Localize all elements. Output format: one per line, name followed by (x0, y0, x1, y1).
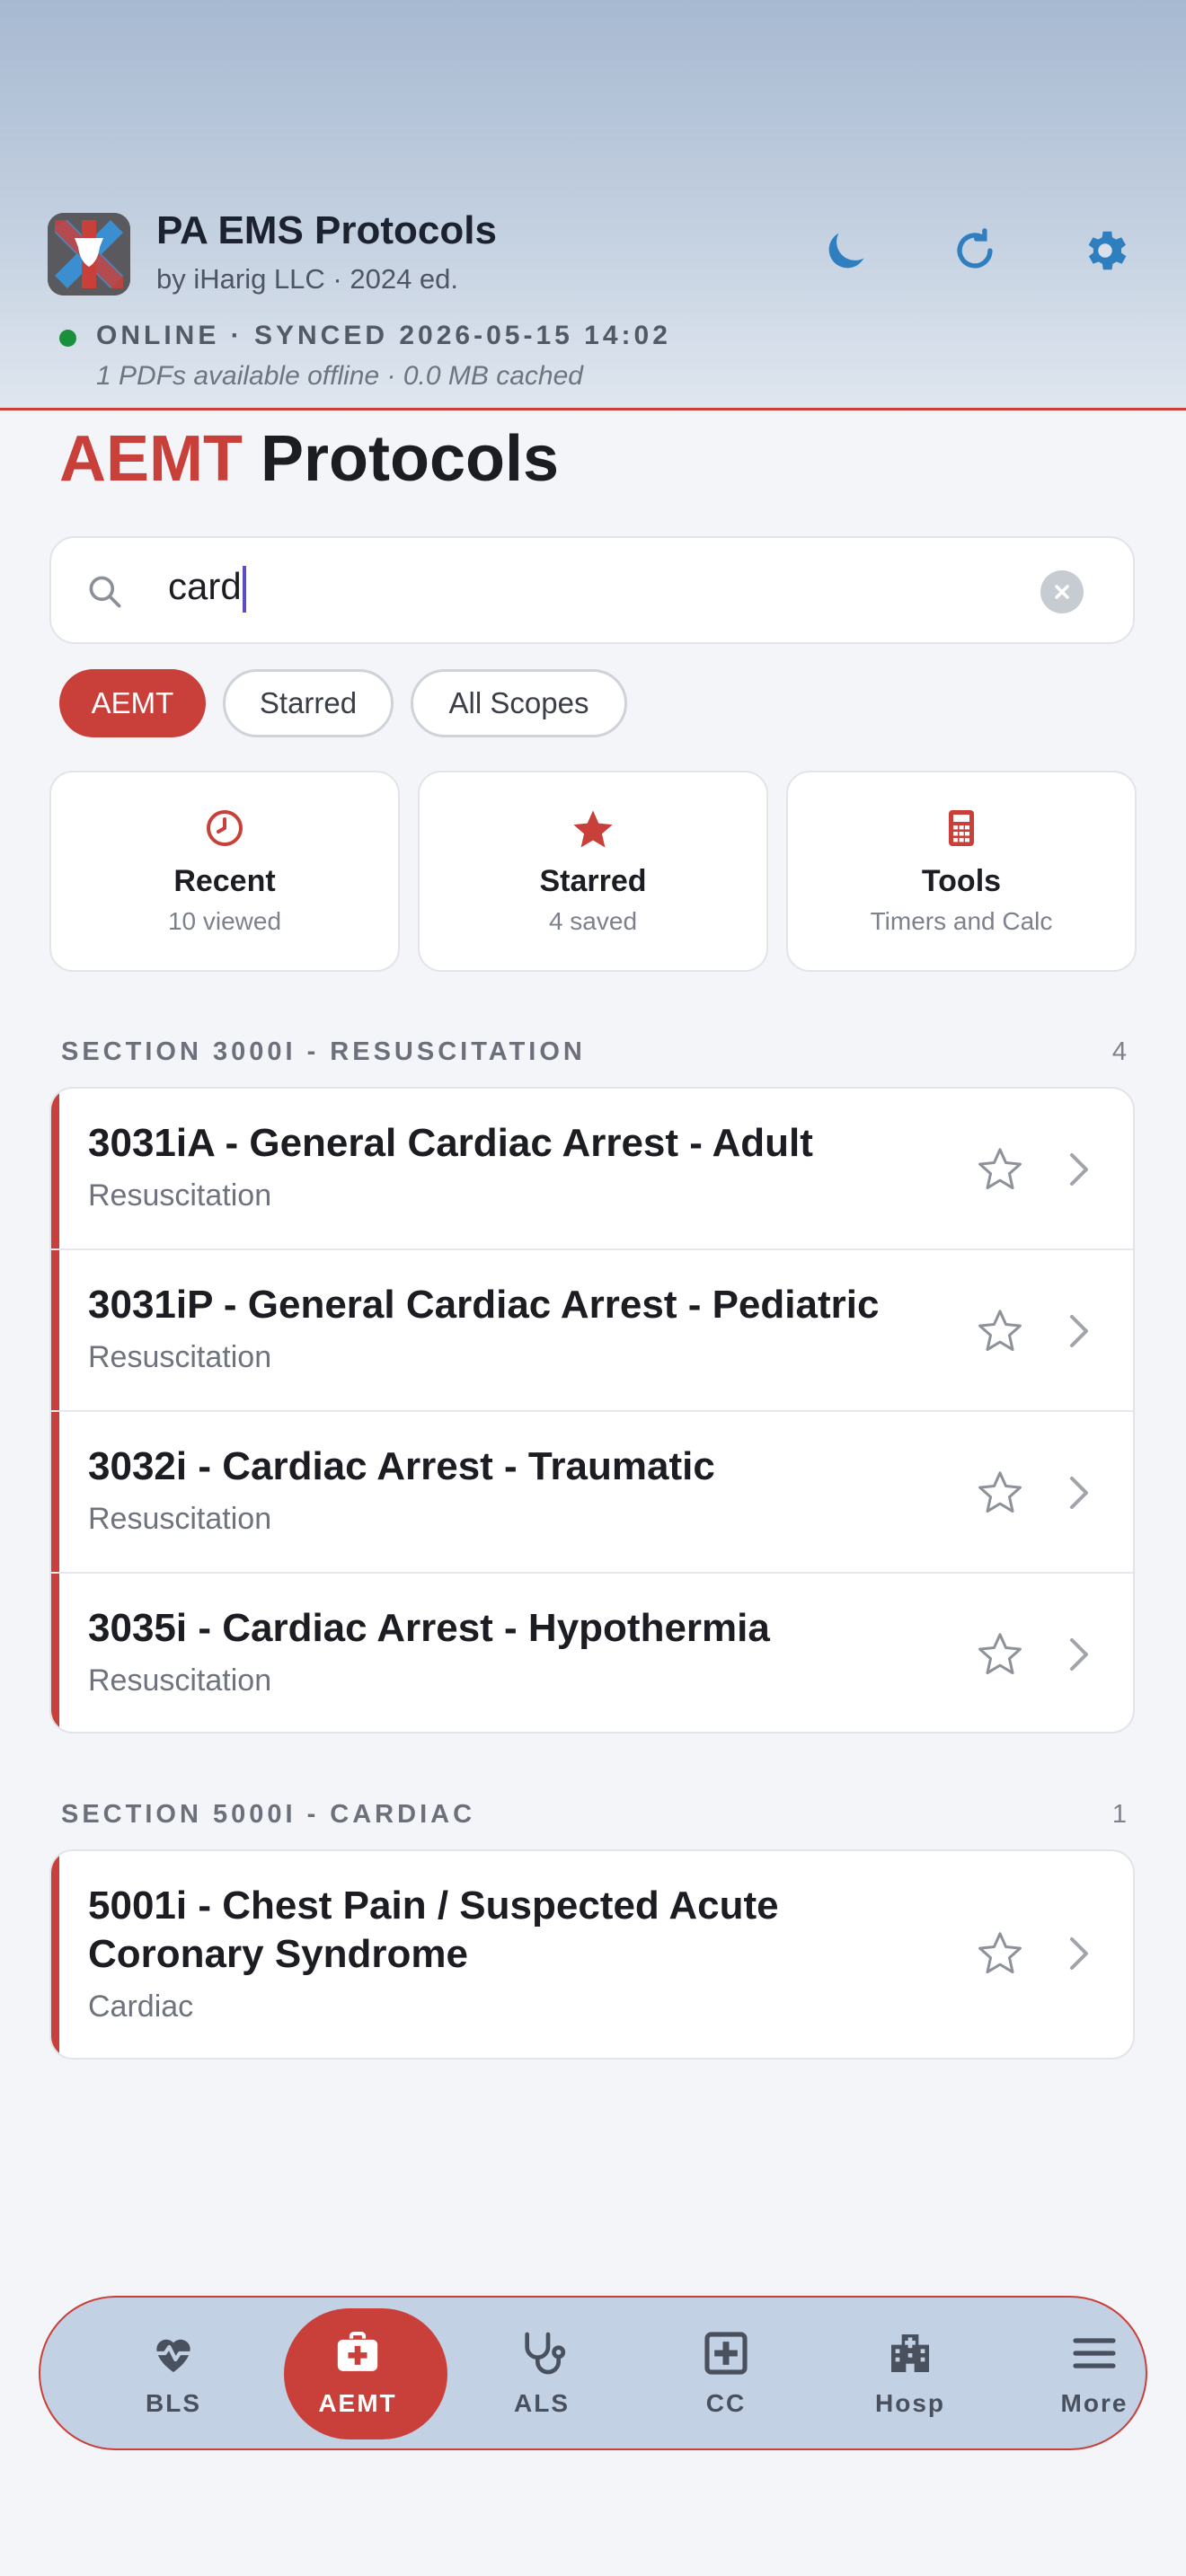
protocol-category: Resuscitation (88, 1178, 272, 1213)
medical-cross-icon (704, 2332, 748, 2375)
star-outline-icon[interactable] (975, 1144, 1025, 1195)
protocol-row[interactable]: 3031iA - General Cardiac Arrest - Adult … (51, 1089, 1133, 1250)
chevron-right-icon (1070, 1153, 1088, 1186)
protocol-category: Cardiac (88, 1989, 194, 2024)
protocol-title: 3032i - Cardiac Arrest - Traumatic (88, 1444, 715, 1488)
stethoscope-icon (525, 2332, 566, 2375)
medical-bag-icon (337, 2331, 378, 2371)
tools-card-title: Tools (921, 864, 1002, 898)
protocol-category: Resuscitation (88, 1340, 272, 1374)
tab-more[interactable]: More (1022, 2298, 1166, 2448)
tab-label: More (1060, 2389, 1128, 2417)
clear-search-button[interactable] (1040, 570, 1084, 613)
heart-pulse-icon (155, 2339, 192, 2372)
tab-bls[interactable]: BLS (102, 2298, 245, 2448)
protocol-category: Resuscitation (88, 1663, 272, 1698)
refresh-icon (957, 228, 993, 269)
recent-card-title: Recent (173, 864, 276, 898)
page-title-text: Protocols (261, 423, 560, 495)
page-title: AEMT Protocols (59, 422, 559, 496)
close-icon (1055, 585, 1069, 599)
dark-mode-button[interactable] (815, 219, 878, 282)
row-accent (51, 1574, 59, 1732)
online-status-dot (59, 330, 76, 347)
chevron-right-icon (1070, 1477, 1088, 1509)
sync-status: ONLINE · SYNCED 2026-05-15 14:02 (96, 321, 671, 350)
offline-info: 1 PDFs available offline · 0.0 MB cached (96, 361, 583, 391)
chip-starred[interactable]: Starred (223, 669, 394, 737)
row-accent (51, 1851, 59, 2058)
clock-icon (207, 810, 243, 846)
section-count: 4 (1111, 1037, 1127, 1066)
tools-card-sub: Timers and Calc (870, 907, 1053, 935)
tab-als[interactable]: ALS (470, 2298, 614, 2448)
tab-hosp[interactable]: Hosp (838, 2298, 982, 2448)
tab-label: AEMT (318, 2389, 397, 2417)
app-header: PA EMS Protocols by iHarig LLC · 2024 ed… (0, 0, 1186, 410)
protocol-row[interactable]: 3035i - Cardiac Arrest - Hypothermia Res… (51, 1574, 1133, 1732)
search-icon (89, 576, 121, 608)
starred-card-sub: 4 saved (548, 907, 638, 935)
tab-label: CC (705, 2389, 747, 2417)
section-count: 1 (1111, 1800, 1127, 1829)
search-input-value: card (168, 565, 242, 607)
tab-label: Hosp (875, 2389, 945, 2417)
app-logo (48, 213, 130, 296)
tab-aemt[interactable]: AEMT (284, 2298, 447, 2448)
recent-card[interactable]: Recent 10 viewed (49, 771, 400, 972)
section-header-cardiac: SECTION 5000I - CARDIAC (61, 1800, 476, 1829)
app-title: PA EMS Protocols (156, 208, 497, 252)
protocol-title: 5001i - Chest Pain / Suspected Acute Cor… (88, 1883, 779, 1976)
text-caret (242, 565, 246, 613)
gear-icon (1088, 231, 1127, 270)
recent-card-sub: 10 viewed (167, 907, 282, 935)
protocol-row[interactable]: 5001i - Chest Pain / Suspected Acute Cor… (51, 1851, 1133, 2058)
chevron-right-icon (1070, 1638, 1088, 1671)
tab-label: ALS (514, 2389, 570, 2417)
chip-aemt[interactable]: AEMT (59, 669, 206, 737)
protocol-row[interactable]: 3031iP - General Cardiac Arrest - Pediat… (51, 1250, 1133, 1412)
section-header-resuscitation: SECTION 3000I - RESUSCITATION (61, 1037, 586, 1066)
chevron-right-icon (1070, 1315, 1088, 1347)
bottom-tab-bar: BLS AEMT ALS CC Hosp More (39, 2296, 1147, 2450)
hospital-icon (891, 2334, 929, 2372)
starred-card-title: Starred (539, 864, 647, 898)
calculator-icon (949, 810, 974, 846)
refresh-button[interactable] (943, 219, 1006, 282)
protocol-list-cardiac: 5001i - Chest Pain / Suspected Acute Cor… (49, 1849, 1135, 2060)
protocol-list-resuscitation: 3031iA - General Cardiac Arrest - Adult … (49, 1087, 1135, 1734)
tools-card[interactable]: Tools Timers and Calc (786, 771, 1137, 972)
page-title-scope: AEMT (59, 423, 243, 495)
row-accent (51, 1412, 59, 1572)
star-outline-icon[interactable] (975, 1928, 1025, 1979)
row-accent (51, 1250, 59, 1410)
search-input[interactable]: card (168, 565, 246, 613)
tab-cc[interactable]: CC (654, 2298, 798, 2448)
protocol-category: Resuscitation (88, 1502, 272, 1536)
star-outline-icon[interactable] (975, 1306, 1025, 1356)
row-accent (51, 1089, 59, 1248)
star-outline-icon[interactable] (975, 1468, 1025, 1518)
moon-icon (828, 233, 864, 269)
protocol-title: 3035i - Cardiac Arrest - Hypothermia (88, 1606, 770, 1650)
protocol-title: 3031iA - General Cardiac Arrest - Adult (88, 1121, 813, 1165)
protocol-title: 3031iP - General Cardiac Arrest - Pediat… (88, 1283, 880, 1327)
chip-all-scopes[interactable]: All Scopes (411, 669, 627, 737)
tab-label: BLS (146, 2389, 201, 2417)
starred-card[interactable]: Starred 4 saved (418, 771, 768, 972)
menu-icon (1073, 2338, 1116, 2369)
protocol-row[interactable]: 3032i - Cardiac Arrest - Traumatic Resus… (51, 1412, 1133, 1574)
search-bar[interactable]: card (49, 536, 1135, 644)
app-subtitle: by iHarig LLC · 2024 ed. (156, 263, 459, 295)
settings-button[interactable] (1074, 219, 1137, 282)
star-icon (573, 810, 613, 848)
chevron-right-icon (1070, 1937, 1088, 1970)
star-outline-icon[interactable] (975, 1629, 1025, 1680)
